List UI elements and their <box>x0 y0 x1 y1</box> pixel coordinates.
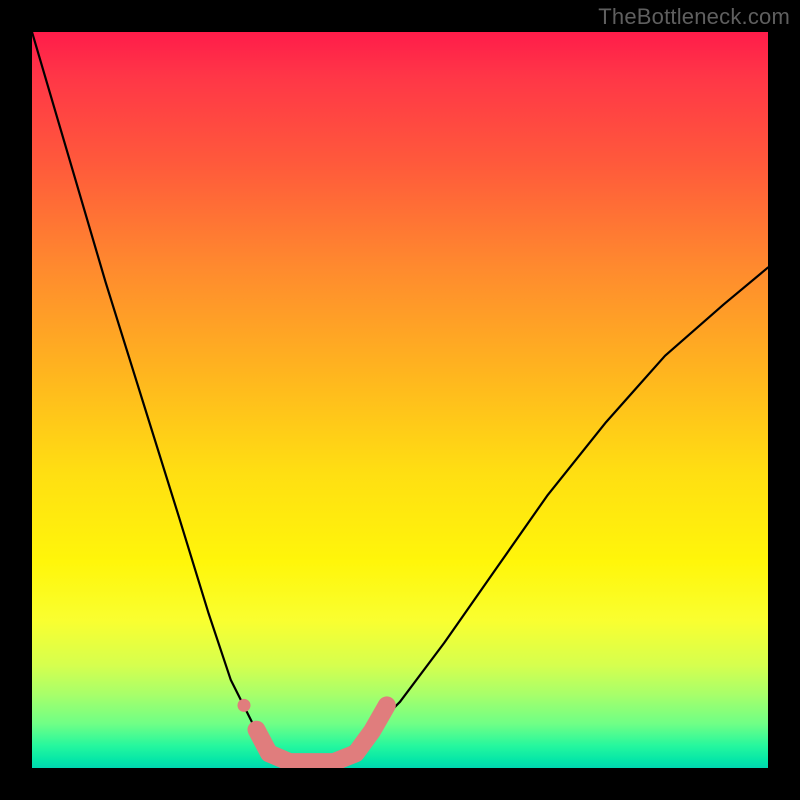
bottleneck-curve <box>32 32 768 761</box>
plot-area <box>32 32 768 768</box>
highlight-u-stroke <box>257 705 387 762</box>
highlight-dot <box>238 699 251 712</box>
curve-overlay-svg <box>32 32 768 768</box>
watermark-text: TheBottleneck.com <box>598 4 790 30</box>
figure-root: TheBottleneck.com <box>0 0 800 800</box>
